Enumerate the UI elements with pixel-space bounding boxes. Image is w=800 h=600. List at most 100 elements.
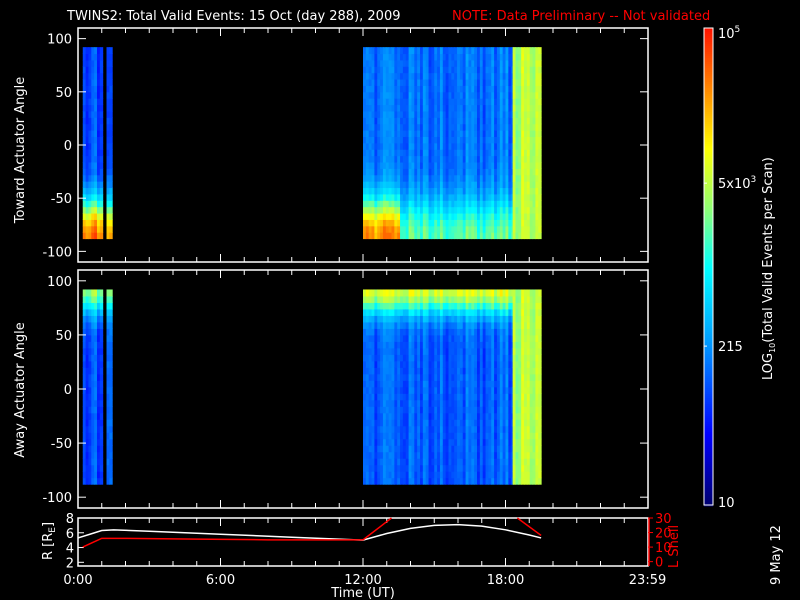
heatmap-cell xyxy=(508,213,512,220)
heatmap-cell xyxy=(451,399,455,407)
heatmap-cell xyxy=(94,213,98,220)
heatmap-cell xyxy=(420,187,424,195)
heatmap-cell xyxy=(529,98,534,106)
heatmap-cell xyxy=(482,168,487,176)
heatmap-cell xyxy=(494,393,498,401)
heatmap-cell xyxy=(491,289,495,297)
heatmap-cell xyxy=(515,162,519,169)
heatmap-cell xyxy=(380,412,384,420)
heatmap-cell xyxy=(385,367,390,375)
heatmap-cell xyxy=(442,334,447,342)
heatmap-cell xyxy=(428,123,432,131)
heatmap-cell xyxy=(494,295,498,303)
heatmap-cell xyxy=(512,412,516,420)
heatmap-cell xyxy=(488,219,492,227)
heatmap-cell xyxy=(496,66,501,74)
heatmap-cell xyxy=(468,72,472,80)
heatmap-cell xyxy=(508,373,512,381)
heatmap-cell xyxy=(411,91,415,99)
heatmap-cell xyxy=(88,458,92,466)
heatmap-cell xyxy=(448,117,452,125)
heatmap-cell xyxy=(512,360,516,368)
heatmap-cell xyxy=(417,130,421,137)
heatmap-cell xyxy=(97,393,101,401)
heatmap-cell xyxy=(380,59,384,67)
heatmap-cell xyxy=(391,360,395,368)
heatmap-cell xyxy=(515,393,519,401)
heatmap-cell xyxy=(439,334,444,342)
heatmap-cell xyxy=(512,130,516,137)
heatmap-cell xyxy=(94,66,98,74)
heatmap-cell xyxy=(425,458,430,466)
heatmap-cell xyxy=(382,142,387,150)
heatmap-cell xyxy=(397,451,401,459)
heatmap-cell xyxy=(385,225,390,233)
heatmap-cell xyxy=(417,354,421,362)
heatmap-cell xyxy=(391,399,395,407)
heatmap-cell xyxy=(439,289,444,297)
heatmap-cell xyxy=(437,451,441,459)
heatmap-cell xyxy=(368,123,373,131)
heatmap-cell xyxy=(388,315,392,323)
heatmap-cell xyxy=(99,142,104,150)
heatmap-cell xyxy=(529,321,534,329)
heatmap-cell xyxy=(388,321,392,329)
heatmap-cell xyxy=(371,181,375,189)
heatmap-cell xyxy=(91,174,95,182)
heatmap-cell xyxy=(445,399,449,407)
heatmap-cell xyxy=(411,193,415,201)
heatmap-cell xyxy=(482,85,487,93)
heatmap-cell xyxy=(431,425,435,433)
heatmap-cell xyxy=(385,315,390,323)
heatmap-cell xyxy=(397,187,401,195)
heatmap-cell xyxy=(491,200,495,208)
heatmap-cell xyxy=(482,213,487,220)
heatmap-cell xyxy=(488,130,492,137)
heatmap-cell xyxy=(408,393,412,401)
heatmap-cell xyxy=(459,445,464,453)
heatmap-cell xyxy=(431,149,435,157)
heatmap-cell xyxy=(477,155,481,163)
heatmap-cell xyxy=(445,155,449,163)
heatmap-cell xyxy=(521,142,525,150)
heatmap-cell xyxy=(524,334,528,342)
heatmap-cell xyxy=(535,445,539,453)
heatmap-cell xyxy=(448,412,452,420)
heatmap-cell xyxy=(491,219,495,227)
heatmap-cell xyxy=(374,302,378,310)
heatmap-cell xyxy=(94,79,98,86)
heatmap-cell xyxy=(457,149,461,157)
heatmap-cell xyxy=(459,142,464,150)
heatmap-cell xyxy=(420,193,424,201)
heatmap-cell xyxy=(485,232,489,240)
heatmap-cell xyxy=(479,471,484,479)
heatmap-cell xyxy=(94,302,98,310)
heatmap-cell xyxy=(524,47,528,55)
heatmap-cell xyxy=(88,66,92,74)
heatmap-cell xyxy=(380,232,384,240)
heatmap-cell xyxy=(465,53,469,61)
heatmap-cell xyxy=(526,419,531,427)
heatmap-cell xyxy=(400,79,404,86)
heatmap-cell xyxy=(434,206,438,214)
heatmap-cell xyxy=(385,136,390,144)
heatmap-cell xyxy=(431,399,435,407)
heatmap-cell xyxy=(459,432,464,440)
heatmap-cell xyxy=(538,181,542,189)
heatmap-cell xyxy=(482,412,487,420)
heatmap-cell xyxy=(414,399,418,407)
heatmap-cell xyxy=(437,438,441,446)
heatmap-cell xyxy=(400,425,404,433)
heatmap-cell xyxy=(515,168,519,176)
heatmap-cell xyxy=(532,91,536,99)
heatmap-cell xyxy=(439,72,444,80)
heatmap-cell xyxy=(479,136,484,144)
heatmap-cell xyxy=(502,406,506,414)
heatmap-cell xyxy=(532,438,536,446)
heatmap-cell xyxy=(515,79,519,86)
heatmap-cell xyxy=(477,168,481,176)
heatmap-cell xyxy=(468,360,472,368)
heatmap-cell xyxy=(496,117,501,125)
heatmap-cell xyxy=(414,225,418,233)
heatmap-cell xyxy=(508,386,512,394)
